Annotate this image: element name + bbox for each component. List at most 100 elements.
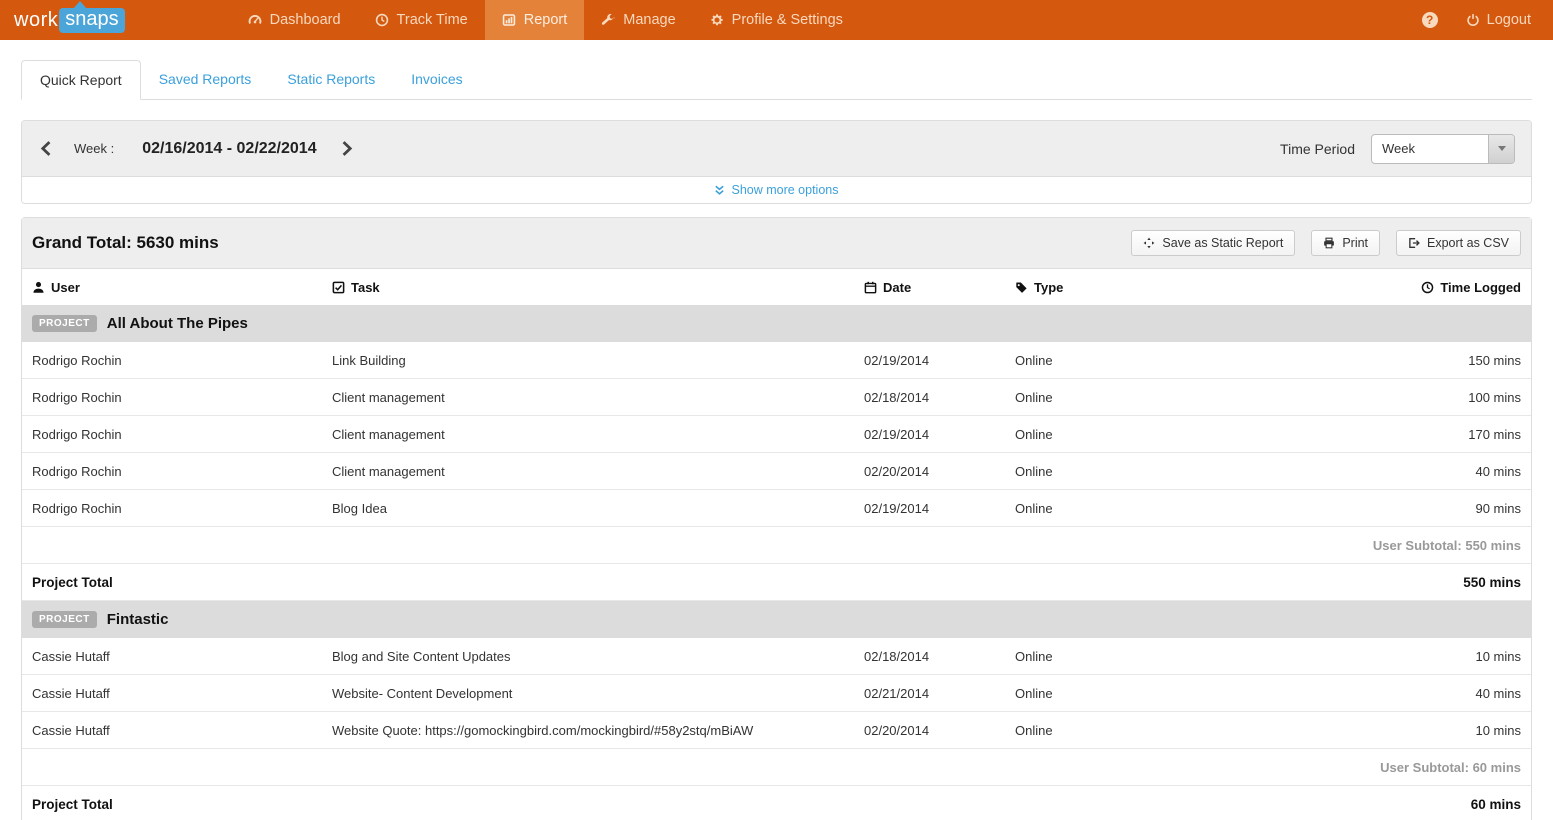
project-name: All About The Pipes xyxy=(107,315,248,332)
worksnaps-logo[interactable]: work snaps xyxy=(0,0,139,40)
export-icon xyxy=(1408,237,1420,249)
cell-date: 02/20/2014 xyxy=(854,464,1005,479)
cell-type: Online xyxy=(1005,427,1192,442)
cell-type: Online xyxy=(1005,353,1192,368)
cell-task: Website- Content Development xyxy=(322,686,854,701)
power-icon xyxy=(1466,13,1480,27)
time-period-label: Time Period xyxy=(1280,141,1355,157)
chevron-left-icon xyxy=(40,141,52,156)
project-total-label: Project Total xyxy=(32,797,113,812)
project-total-row: Project Total60 mins xyxy=(22,786,1531,820)
navbar-right: ? Logout xyxy=(1422,0,1553,40)
cell-time: 10 mins xyxy=(1192,723,1531,738)
next-week-button[interactable] xyxy=(339,139,355,158)
cell-time: 90 mins xyxy=(1192,501,1531,516)
nav-item-label: Manage xyxy=(623,12,675,28)
cell-type: Online xyxy=(1005,390,1192,405)
cell-user: Cassie Hutaff xyxy=(22,649,322,664)
cell-task: Blog and Site Content Updates xyxy=(322,649,854,664)
column-header-label: Type xyxy=(1034,280,1063,295)
table-row: Rodrigo RochinBlog Idea02/19/2014Online9… xyxy=(22,490,1531,527)
nav-item-report[interactable]: Report xyxy=(485,0,585,40)
cell-date: 02/19/2014 xyxy=(854,501,1005,516)
export-as-csv-button[interactable]: Export as CSV xyxy=(1396,230,1521,256)
cell-user: Rodrigo Rochin xyxy=(22,390,322,405)
table-row: Rodrigo RochinLink Building02/19/2014Onl… xyxy=(22,342,1531,379)
column-header-label: Time Logged xyxy=(1440,280,1521,295)
nav-item-dashboard[interactable]: Dashboard xyxy=(231,0,358,40)
save-static-icon xyxy=(1143,237,1155,249)
cell-time: 40 mins xyxy=(1192,464,1531,479)
tab-saved-reports[interactable]: Saved Reports xyxy=(141,60,270,100)
tab-quick-report[interactable]: Quick Report xyxy=(21,60,141,100)
column-header-label: Task xyxy=(351,280,380,295)
cell-task: Blog Idea xyxy=(322,501,854,516)
table-row: Rodrigo RochinClient management02/18/201… xyxy=(22,379,1531,416)
column-header-label: Date xyxy=(883,280,911,295)
week-selector-bar: Week : 02/16/2014 - 02/22/2014 Time Peri… xyxy=(22,121,1531,176)
user-subtotal-value: User Subtotal: 550 mins xyxy=(1373,538,1521,553)
grand-total: Grand Total: 5630 mins xyxy=(32,233,219,253)
cell-time: 150 mins xyxy=(1192,353,1531,368)
tab-static-reports[interactable]: Static Reports xyxy=(269,60,393,100)
cell-date: 02/21/2014 xyxy=(854,686,1005,701)
cell-time: 40 mins xyxy=(1192,686,1531,701)
cell-user: Rodrigo Rochin xyxy=(22,501,322,516)
project-header-row: PROJECTFintastic xyxy=(22,601,1531,638)
dashboard-icon xyxy=(248,13,262,27)
save-as-static-report-button[interactable]: Save as Static Report xyxy=(1131,230,1295,256)
cell-task: Client management xyxy=(322,390,854,405)
cell-type: Online xyxy=(1005,723,1192,738)
week-range-value: 02/16/2014 - 02/22/2014 xyxy=(142,140,316,158)
nav-item-manage[interactable]: Manage xyxy=(584,0,692,40)
show-more-options-bar: Show more options xyxy=(22,176,1531,203)
cell-user: Rodrigo Rochin xyxy=(22,464,322,479)
cell-task: Link Building xyxy=(322,353,854,368)
print-button[interactable]: Print xyxy=(1311,230,1380,256)
chevron-down-icon[interactable] xyxy=(1488,135,1514,163)
cell-type: Online xyxy=(1005,649,1192,664)
cell-time: 170 mins xyxy=(1192,427,1531,442)
table-header-row: User Task Date Type Time Logged xyxy=(22,269,1531,305)
report-toolbar: Save as Static Report Print Export as CSV xyxy=(1131,230,1521,256)
task-icon xyxy=(332,281,345,294)
cell-task: Client management xyxy=(322,427,854,442)
nav-item-label: Report xyxy=(524,12,568,28)
button-label: Save as Static Report xyxy=(1162,236,1283,250)
report-icon xyxy=(502,13,516,27)
time-period-select[interactable]: Week xyxy=(1371,134,1515,164)
nav-item-label: Track Time xyxy=(397,12,468,28)
table-row: Cassie HutaffWebsite Quote: https://gomo… xyxy=(22,712,1531,749)
nav-item-profile-settings[interactable]: Profile & Settings xyxy=(693,0,860,40)
column-header-label: User xyxy=(51,280,80,295)
report-table-body: PROJECTAll About The PipesRodrigo Rochin… xyxy=(22,305,1531,820)
help-icon[interactable]: ? xyxy=(1422,12,1438,28)
project-name: Fintastic xyxy=(107,611,169,628)
cell-task: Client management xyxy=(322,464,854,479)
table-row: Rodrigo RochinClient management02/20/201… xyxy=(22,453,1531,490)
previous-week-button[interactable] xyxy=(38,139,54,158)
table-row: Cassie HutaffWebsite- Content Developmen… xyxy=(22,675,1531,712)
column-header-task: Task xyxy=(322,280,854,295)
show-more-options-link[interactable]: Show more options xyxy=(714,183,838,197)
project-total-label: Project Total xyxy=(32,575,113,590)
time-period-value: Week xyxy=(1372,141,1488,156)
column-header-user: User xyxy=(22,280,322,295)
calendar-icon xyxy=(864,281,877,294)
chevron-right-icon xyxy=(341,141,353,156)
nav-item-track-time[interactable]: Track Time xyxy=(358,0,485,40)
cell-time: 10 mins xyxy=(1192,649,1531,664)
logout-button[interactable]: Logout xyxy=(1466,12,1531,28)
button-label: Export as CSV xyxy=(1427,236,1509,250)
tab-invoices[interactable]: Invoices xyxy=(393,60,480,100)
cell-user: Rodrigo Rochin xyxy=(22,353,322,368)
cell-user: Cassie Hutaff xyxy=(22,686,322,701)
week-label: Week : xyxy=(74,141,114,156)
cell-date: 02/19/2014 xyxy=(854,353,1005,368)
cell-date: 02/20/2014 xyxy=(854,723,1005,738)
time-period-group: Time Period Week xyxy=(1280,134,1515,164)
cell-type: Online xyxy=(1005,501,1192,516)
column-header-time-logged: Time Logged xyxy=(1192,280,1531,295)
double-chevron-down-icon xyxy=(714,185,725,196)
project-total-value: 550 mins xyxy=(1463,575,1521,590)
